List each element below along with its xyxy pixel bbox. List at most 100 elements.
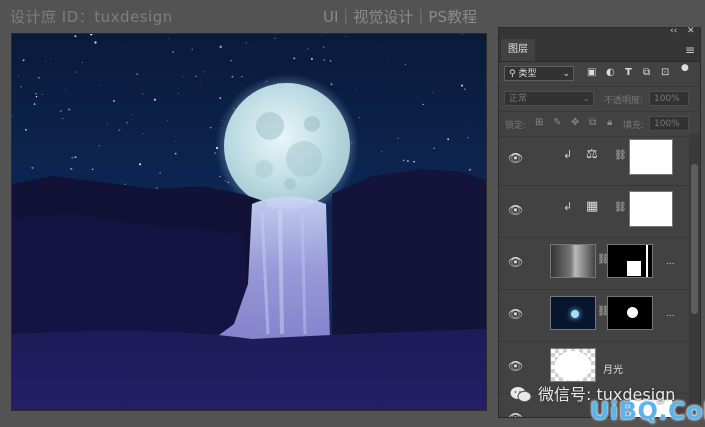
visibility-eye-icon[interactable]: 👁︎ — [508, 255, 523, 269]
star — [433, 147, 435, 149]
star — [118, 129, 121, 131]
moonlight-thumbnail[interactable] — [550, 348, 596, 382]
layer-list: 👁︎ ↲ ⚖ ⛓︎ 👁︎ ↲ ▦ ⛓︎ 👁︎ ⛓︎ ... 👁︎ ⛓︎ ... … — [499, 134, 688, 417]
filter-row: ⚲ 类型 ⌄ ▣ ◐ T ⧉ ⊡ ● — [499, 62, 700, 87]
smart-object-filter-icon[interactable]: ⊡ — [661, 67, 669, 78]
moon-waterfall-artwork — [12, 34, 486, 410]
star — [45, 61, 46, 62]
blend-row: 正常 ⌄ 不透明度: 100% — [499, 87, 700, 112]
star — [219, 45, 222, 48]
scrollbar-thumb[interactable] — [691, 164, 698, 314]
layer-mask-thumbnail[interactable] — [629, 191, 673, 227]
star — [142, 93, 144, 95]
star — [330, 83, 333, 86]
opacity-value: 100% — [654, 94, 680, 104]
type-filter-icon[interactable]: T — [625, 67, 632, 78]
star — [106, 123, 108, 125]
blend-mode-select[interactable]: 正常 ⌄ — [504, 91, 594, 106]
star — [468, 168, 472, 171]
chevron-down-icon: ⌄ — [582, 94, 590, 104]
star — [307, 48, 309, 50]
opacity-label: 不透明度: — [604, 96, 644, 106]
layer-row-balance[interactable]: 👁︎ ↲ ⚖ ⛓︎ — [499, 134, 688, 186]
fill-field[interactable]: 100% — [649, 116, 689, 131]
shape-filter-icon[interactable]: ⧉ — [643, 67, 650, 78]
watermark-bar: 设计庶 ID：tuxdesign UI｜视觉设计｜PS教程 — [0, 0, 705, 30]
filter-toggle-icon[interactable]: ● — [681, 63, 689, 73]
chevron-down-icon: ⌄ — [562, 69, 570, 79]
link-chain-icon[interactable]: ⛓︎ — [614, 150, 627, 161]
color-balance-icon: ⚖ — [586, 147, 598, 162]
star — [329, 60, 332, 62]
star — [91, 168, 94, 171]
image-filter-icon[interactable]: ▣ — [587, 67, 596, 78]
link-chain-icon[interactable]: ⛓︎ — [614, 202, 627, 213]
star — [321, 34, 323, 36]
star — [467, 137, 469, 139]
blend-mode-value: 正常 — [509, 94, 528, 104]
star — [322, 46, 325, 48]
layer-row-moon[interactable]: 👁︎ ⛓︎ ... — [499, 290, 688, 342]
layer-mask-thumbnail[interactable] — [629, 139, 673, 175]
mask-circle — [627, 307, 638, 318]
layer-name: ... — [666, 257, 675, 267]
opacity-field[interactable]: 100% — [649, 91, 689, 106]
star — [219, 97, 222, 99]
star — [200, 81, 201, 83]
visibility-eye-icon[interactable]: 👁︎ — [508, 203, 523, 217]
waterfall-thumbnail[interactable] — [550, 244, 596, 278]
document-canvas[interactable] — [11, 33, 487, 411]
star — [219, 175, 221, 178]
moon-sky-thumbnail[interactable] — [550, 296, 596, 330]
lock-image-icon[interactable]: ✎ — [553, 117, 561, 128]
star — [167, 120, 168, 122]
star — [172, 50, 175, 53]
adjustment-filter-icon[interactable]: ◐ — [606, 67, 615, 78]
visibility-eye-icon[interactable]: 👁︎ — [508, 359, 523, 373]
tab-layers[interactable]: 图层 — [501, 39, 535, 61]
star — [274, 37, 276, 39]
lock-transparent-icon[interactable]: ⊞ — [535, 117, 543, 128]
layer-mask-thumbnail[interactable] — [607, 296, 653, 330]
star — [381, 151, 383, 153]
layers-scrollbar[interactable] — [689, 134, 700, 414]
star — [74, 35, 77, 38]
star — [310, 57, 314, 61]
star — [91, 40, 93, 41]
double-chevron-icon[interactable]: ‹‹ — [670, 26, 677, 36]
lock-all-icon[interactable]: 🔒︎ — [607, 117, 612, 128]
layer-filter-select[interactable]: ⚲ 类型 ⌄ — [504, 66, 574, 81]
star — [74, 156, 77, 158]
star — [126, 121, 128, 124]
star — [113, 99, 115, 102]
star — [406, 160, 409, 162]
star — [124, 183, 126, 186]
star — [94, 41, 97, 44]
lock-artboard-icon[interactable]: ⧉ — [589, 117, 596, 128]
star — [98, 145, 100, 147]
star — [70, 167, 73, 170]
star — [153, 98, 157, 101]
star — [31, 166, 34, 170]
glow-shape — [555, 351, 591, 381]
star — [174, 152, 177, 155]
lock-position-icon[interactable]: ✥ — [571, 117, 579, 128]
star — [355, 88, 356, 89]
star — [358, 117, 360, 119]
visibility-eye-icon[interactable]: 👁︎ — [508, 151, 523, 165]
star — [168, 38, 170, 40]
layer-row-waterfall[interactable]: 👁︎ ⛓︎ ... — [499, 238, 688, 290]
levels-icon: ▦ — [586, 199, 599, 214]
fill-label: 填充: — [623, 121, 645, 131]
visibility-eye-icon[interactable]: 👁︎ — [508, 307, 523, 321]
visibility-eye-icon[interactable]: 👁︎ — [508, 411, 523, 417]
star — [447, 138, 450, 141]
layer-row-levels[interactable]: 👁︎ ↲ ▦ ⛓︎ — [499, 186, 688, 238]
star — [22, 59, 25, 62]
star — [209, 126, 212, 129]
star — [386, 56, 388, 58]
layer-mask-thumbnail[interactable] — [607, 244, 653, 278]
hamburger-menu-icon[interactable]: ≡ — [685, 43, 695, 57]
star — [466, 121, 468, 122]
close-icon[interactable]: ✕ — [687, 26, 695, 36]
